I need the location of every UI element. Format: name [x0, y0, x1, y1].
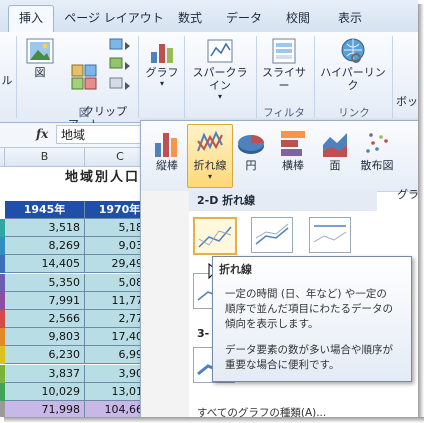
tab-data[interactable]: データ	[220, 8, 268, 28]
tooltip-line-3: 傾向を表示します。	[225, 318, 319, 330]
chart-label: グラフ	[145, 66, 179, 79]
hyperlink-button[interactable]: ハイパーリンク	[316, 36, 390, 92]
tooltip-title: 折れ線	[219, 263, 252, 276]
clipart-icon	[71, 64, 97, 90]
fx-icon[interactable]: fx	[36, 127, 48, 141]
window-shadow-bottom	[4, 417, 424, 423]
picture-button[interactable]: 図	[22, 36, 58, 79]
table-cell[interactable]: 5,350	[5, 273, 85, 292]
chart-type-scatter[interactable]: 散布図	[355, 127, 399, 172]
table-cell[interactable]: 7,991	[5, 291, 85, 310]
chart-type-bar: 縦棒 折れ線 ▾ 円 横棒 面 散布図 グラ	[141, 121, 418, 201]
shapes-icons	[109, 38, 130, 90]
tab-review[interactable]: 校閲	[276, 8, 320, 28]
table-cell[interactable]: 2,566	[5, 310, 85, 328]
chart-type-bar-horizontal[interactable]: 横棒	[271, 127, 315, 172]
chart-icon	[151, 44, 173, 63]
ribbon: ル 図 クリップ アート	[0, 32, 418, 134]
table-cell[interactable]: 8,269	[5, 237, 85, 256]
sheet-title[interactable]: 地域別人口変	[5, 167, 156, 201]
link-group-label: リンク	[338, 107, 370, 119]
table-cell[interactable]: 14,405	[5, 255, 85, 274]
column-chart-icon	[155, 133, 177, 157]
textbox-button[interactable]: A テキ ボッ	[396, 36, 418, 121]
tab-page-layout[interactable]: ページ レイアウト	[62, 8, 166, 28]
window-shadow-right	[418, 4, 424, 423]
all-chart-types-link[interactable]: すべてのグラフの種類(A)...	[197, 405, 326, 417]
chart-type-pie[interactable]: 円	[229, 127, 273, 172]
line-2d-heading: 2-D 折れ線	[189, 191, 377, 211]
slicer-button[interactable]: スライサー	[258, 36, 310, 92]
line-thumb-stacked[interactable]	[251, 217, 293, 253]
chart-type-other[interactable]: その グラ	[397, 127, 418, 214]
chart-type-label: 円	[245, 159, 257, 172]
line-chart-tooltip: 折れ線 一定の時間 (日、年など) や一定の 順序で並んだ項目にわたるデータの …	[212, 256, 412, 382]
table-cell[interactable]: 71,998	[5, 401, 85, 417]
sparkline-button[interactable]: スパークライン ▾	[188, 36, 252, 102]
pie-chart-icon	[238, 135, 264, 154]
picture-icon	[26, 38, 54, 64]
cut-button-label[interactable]: ル	[0, 74, 14, 87]
sparkline-icon	[207, 39, 233, 63]
area-chart-icon	[323, 133, 347, 157]
shapes-group-label: 図	[78, 107, 90, 119]
chart-type-line[interactable]: 折れ線 ▾	[187, 124, 233, 188]
tooltip-line-1: 一定の時間 (日、年など) や一定の	[225, 288, 387, 300]
bar-chart-icon	[281, 131, 305, 156]
chart-type-label: 散布図	[360, 159, 394, 172]
tab-formulas[interactable]: 数式	[168, 8, 212, 28]
slicer-label: スライサー	[262, 66, 306, 92]
header-1945[interactable]: 1945年	[5, 201, 85, 219]
chart-type-area[interactable]: 面	[313, 127, 357, 172]
line-thumb-basic[interactable]	[193, 217, 237, 255]
tab-insert[interactable]: 挿入	[8, 5, 54, 33]
textbox-label: テキ ボッ	[396, 82, 418, 108]
shapes-buttons[interactable]	[106, 36, 134, 105]
chart-type-label: 面	[329, 159, 341, 172]
slicer-icon	[272, 38, 296, 64]
table-cell[interactable]: 3,837	[5, 364, 85, 383]
chart-button[interactable]: グラフ ▾	[144, 36, 180, 89]
chart-type-label: 折れ線	[193, 159, 227, 172]
tooltip-line-2: 順序で並んだ項目にわたるデータの	[225, 303, 393, 315]
tooltip-line-4: データ要素の数が多い場合や順序が	[225, 344, 393, 356]
tooltip-line-5: 重要な場合に便利です。	[225, 359, 340, 371]
excel-window: 挿入 ページ レイアウト 数式 データ 校閲 表示 ル 図 クリップ 図 グラフ…	[0, 0, 418, 417]
line-3d-heading: 3-	[197, 327, 210, 340]
hyperlink-icon	[341, 38, 365, 63]
chart-type-label: その グラ	[397, 188, 418, 201]
line-thumb-100[interactable]	[309, 217, 351, 253]
col-header-b[interactable]: B	[5, 148, 85, 167]
table-cell[interactable]: 3,518	[5, 219, 85, 237]
sparkline-label: スパークライン	[192, 66, 248, 92]
tab-view[interactable]: 表示	[328, 8, 372, 28]
formula-input[interactable]: 地域	[56, 125, 146, 144]
line-chart-icon	[197, 130, 223, 152]
table-cell[interactable]: 9,803	[5, 328, 85, 347]
hyperlink-label: ハイパーリンク	[320, 66, 386, 92]
picture-label: 図	[34, 66, 46, 79]
scatter-chart-icon	[366, 133, 388, 153]
table-cell[interactable]: 6,230	[5, 346, 85, 365]
line-thumb-icon	[255, 223, 289, 245]
chart-type-label: 縦棒	[156, 159, 178, 172]
chart-type-column[interactable]: 縦棒	[145, 127, 189, 172]
table-cell[interactable]: 10,029	[5, 382, 85, 401]
ribbon-tab-bar: 挿入 ページ レイアウト 数式 データ 校閲 表示	[0, 0, 418, 33]
line-thumb-icon	[313, 225, 347, 243]
line-thumb-icon	[198, 226, 232, 248]
chart-type-label: 横棒	[282, 159, 304, 172]
